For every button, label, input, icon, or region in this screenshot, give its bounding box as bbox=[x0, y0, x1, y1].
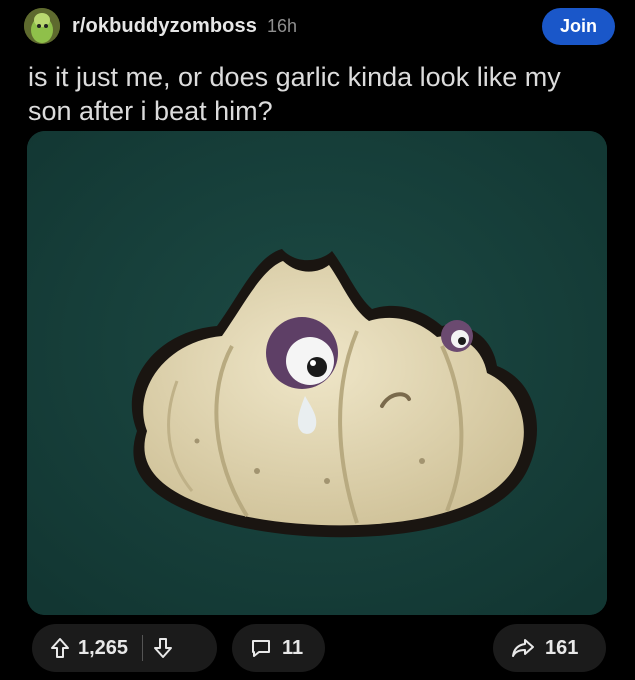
comment-count: 11 bbox=[282, 636, 304, 659]
comment-bubble-icon bbox=[250, 637, 272, 659]
post-actions: 1,265 11 161 bbox=[0, 622, 635, 680]
vote-divider bbox=[142, 635, 144, 661]
upvote-count: 1,265 bbox=[78, 636, 129, 659]
post-image[interactable] bbox=[27, 131, 607, 615]
share-arrow-icon bbox=[511, 637, 535, 659]
vote-pill: 1,265 bbox=[32, 624, 217, 672]
arrow-up-icon[interactable] bbox=[50, 637, 70, 659]
share-button[interactable]: 161 bbox=[493, 624, 606, 672]
share-count: 161 bbox=[545, 636, 579, 659]
subreddit-name[interactable]: r/okbuddyzomboss bbox=[72, 15, 257, 38]
comments-button[interactable]: 11 bbox=[232, 624, 325, 672]
join-button[interactable]: Join bbox=[542, 7, 615, 45]
subreddit-avatar[interactable] bbox=[24, 8, 60, 44]
post-title[interactable]: is it just me, or does garlic kinda look… bbox=[28, 60, 608, 128]
post-age: 16h bbox=[266, 15, 297, 36]
post-header: r/okbuddyzomboss 16h Join bbox=[24, 6, 615, 46]
arrow-down-icon[interactable] bbox=[153, 637, 173, 659]
